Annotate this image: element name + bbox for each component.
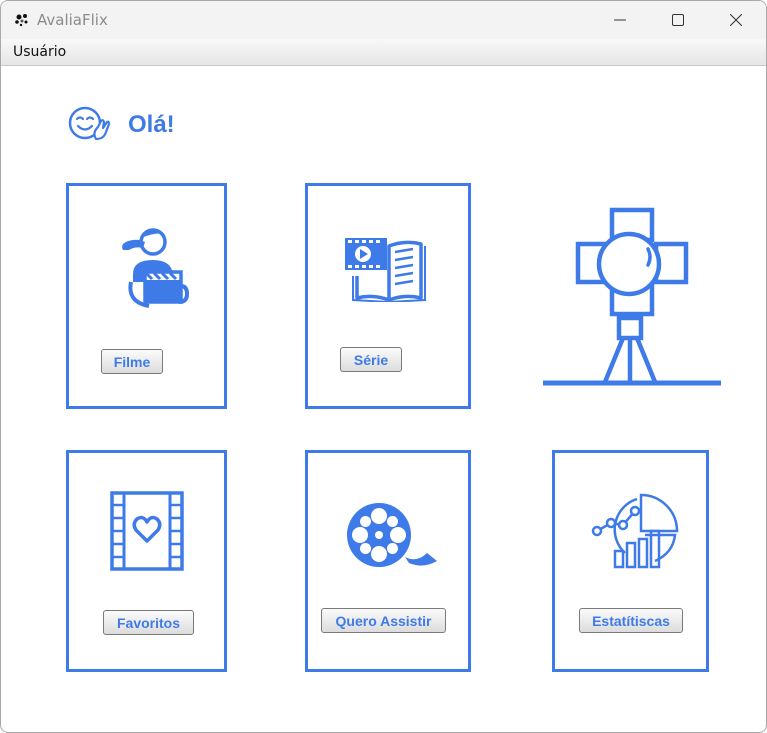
close-icon	[730, 14, 742, 26]
card-serie: Série	[305, 183, 471, 409]
card-estatisticas: Estatítiscas	[552, 450, 709, 672]
menu-bar: Usuário	[1, 39, 766, 66]
person-with-clapperboard-icon	[122, 228, 190, 314]
waving-smiley-icon	[68, 106, 111, 141]
card-favoritos: Favoritos	[66, 450, 227, 672]
favoritos-button[interactable]: Favoritos	[103, 610, 194, 635]
title-bar: AvaliaFlix	[1, 1, 766, 39]
filme-button[interactable]: Filme	[101, 349, 163, 374]
menu-usuario[interactable]: Usuário	[13, 44, 66, 60]
app-icon	[15, 14, 28, 27]
card-filme: Filme	[66, 183, 227, 409]
quero-assistir-button[interactable]: Quero Assistir	[321, 608, 446, 633]
estatisticas-button[interactable]: Estatítiscas	[579, 608, 683, 633]
minimize-button[interactable]	[597, 1, 643, 39]
maximize-button[interactable]	[655, 1, 701, 39]
maximize-icon	[672, 14, 684, 26]
minimize-icon	[614, 19, 626, 21]
film-reel-icon	[347, 503, 437, 567]
studio-spotlight-icon	[543, 207, 721, 386]
window-title: AvaliaFlix	[37, 11, 108, 29]
close-button[interactable]	[713, 1, 759, 39]
card-quero-assistir: Quero Assistir	[305, 450, 471, 672]
app-window: AvaliaFlix Usuário Olá! Filme Série Favo…	[0, 0, 767, 733]
greeting-text: Olá!	[128, 111, 175, 138]
film-strip-heart-icon	[110, 491, 184, 571]
chart-analytics-icon	[591, 493, 679, 569]
video-and-book-icon	[345, 238, 426, 302]
serie-button[interactable]: Série	[340, 347, 402, 372]
